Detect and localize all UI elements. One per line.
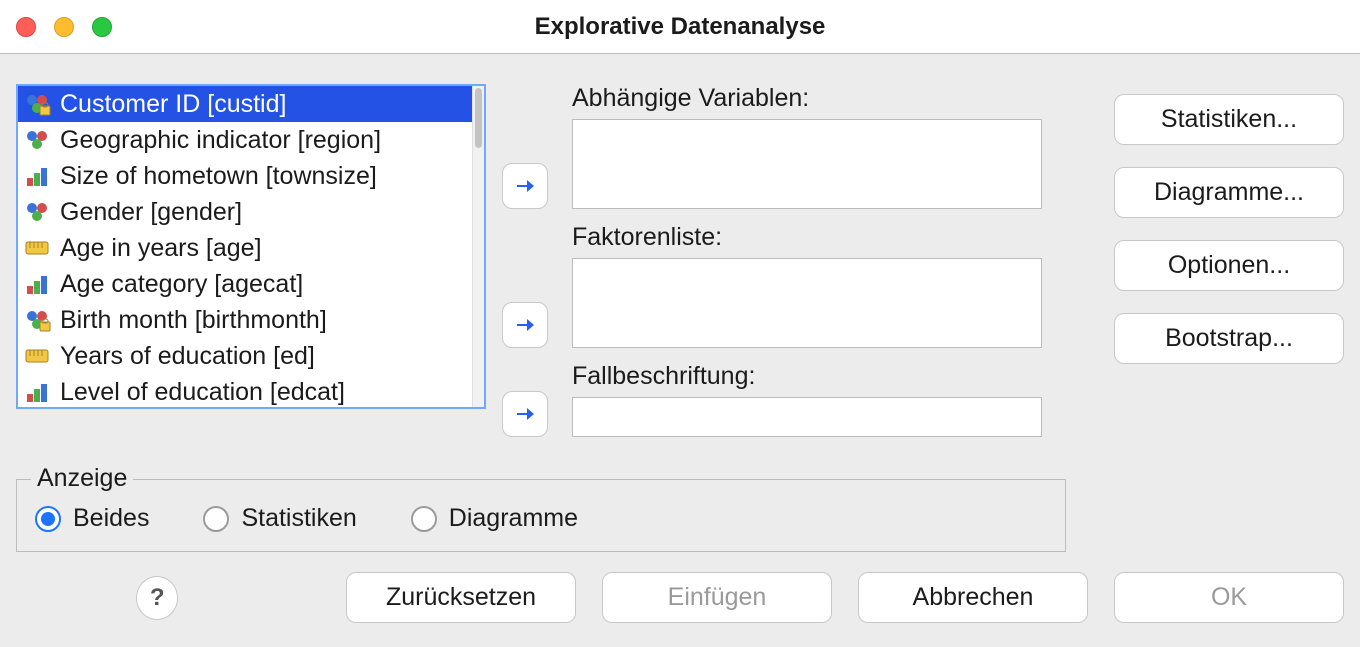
paste-button[interactable]: Einfügen	[602, 572, 832, 623]
arrow-right-icon	[513, 313, 537, 337]
radio-icon	[411, 506, 437, 532]
caselabel-field[interactable]	[572, 397, 1042, 437]
arrow-right-icon	[513, 174, 537, 198]
move-to-caselabel-button[interactable]	[502, 391, 548, 437]
variable-label: Geographic indicator [region]	[60, 126, 381, 155]
move-to-dependent-button[interactable]	[502, 163, 548, 209]
statistics-button[interactable]: Statistiken...	[1114, 94, 1344, 145]
variable-label: Birth month [birthmonth]	[60, 306, 327, 335]
variable-label: Gender [gender]	[60, 198, 242, 227]
window-title: Explorative Datenanalyse	[0, 13, 1360, 41]
reset-button[interactable]: Zurücksetzen	[346, 572, 576, 623]
variable-type-icon	[24, 236, 52, 260]
variable-item[interactable]: Geographic indicator [region]	[18, 122, 472, 158]
variable-item[interactable]: Age in years [age]	[18, 230, 472, 266]
display-radio-both[interactable]: Beides	[35, 504, 149, 533]
dependent-label: Abhängige Variablen:	[572, 84, 1042, 113]
variable-label: Level of education [edcat]	[60, 378, 345, 407]
variable-type-icon	[24, 344, 52, 368]
variable-label: Size of hometown [townsize]	[60, 162, 377, 191]
variable-type-icon	[24, 128, 52, 152]
display-group: Anzeige Beides Statistiken Diagramme	[16, 479, 1066, 552]
variable-label: Years of education [ed]	[60, 342, 315, 371]
ok-button[interactable]: OK	[1114, 572, 1344, 623]
radio-label: Diagramme	[449, 504, 578, 533]
titlebar: Explorative Datenanalyse	[0, 0, 1360, 54]
plots-button[interactable]: Diagramme...	[1114, 167, 1344, 218]
variable-type-icon	[24, 308, 52, 332]
display-group-title: Anzeige	[31, 464, 133, 493]
scrollbar[interactable]	[472, 86, 484, 407]
main-area: Customer ID [custid] Geographic indicator…	[16, 84, 1344, 461]
variable-item[interactable]: Size of hometown [townsize]	[18, 158, 472, 194]
variable-type-icon	[24, 272, 52, 296]
variable-label: Age category [agecat]	[60, 270, 303, 299]
variable-type-icon	[24, 200, 52, 224]
radio-label: Statistiken	[241, 504, 356, 533]
bottom-buttons: ? Zurücksetzen Einfügen Abbrechen OK	[16, 572, 1344, 623]
dependent-list[interactable]	[572, 119, 1042, 209]
variable-item[interactable]: Age category [agecat]	[18, 266, 472, 302]
factor-list[interactable]	[572, 258, 1042, 348]
radio-label: Beides	[73, 504, 149, 533]
side-buttons: Statistiken... Diagramme... Optionen... …	[1114, 84, 1344, 461]
scrollbar-thumb[interactable]	[475, 88, 482, 148]
variable-item[interactable]: Gender [gender]	[18, 194, 472, 230]
variable-item[interactable]: Birth month [birthmonth]	[18, 302, 472, 338]
arrow-right-icon	[513, 402, 537, 426]
bootstrap-button[interactable]: Bootstrap...	[1114, 313, 1344, 364]
variable-type-icon	[24, 92, 52, 116]
factor-label: Faktorenliste:	[572, 223, 1042, 252]
variable-item[interactable]: Level of education [edcat]	[18, 374, 472, 407]
display-radio-stats[interactable]: Statistiken	[203, 504, 356, 533]
variable-label: Customer ID [custid]	[60, 90, 286, 119]
transfer-column: Abhängige Variablen: Faktorenliste:	[502, 84, 1042, 461]
radio-icon	[203, 506, 229, 532]
cancel-button[interactable]: Abbrechen	[858, 572, 1088, 623]
radio-icon	[35, 506, 61, 532]
display-radio-plots[interactable]: Diagramme	[411, 504, 578, 533]
help-button[interactable]: ?	[136, 576, 178, 620]
variable-item[interactable]: Customer ID [custid]	[18, 86, 472, 122]
variable-item[interactable]: Years of education [ed]	[18, 338, 472, 374]
variable-type-icon	[24, 380, 52, 404]
options-button[interactable]: Optionen...	[1114, 240, 1344, 291]
variable-source-list[interactable]: Customer ID [custid] Geographic indicator…	[16, 84, 486, 409]
caselabel-label: Fallbeschriftung:	[572, 362, 1042, 391]
move-to-factor-button[interactable]	[502, 302, 548, 348]
dialog-body: Customer ID [custid] Geographic indicator…	[0, 54, 1360, 647]
variable-type-icon	[24, 164, 52, 188]
variable-label: Age in years [age]	[60, 234, 262, 263]
